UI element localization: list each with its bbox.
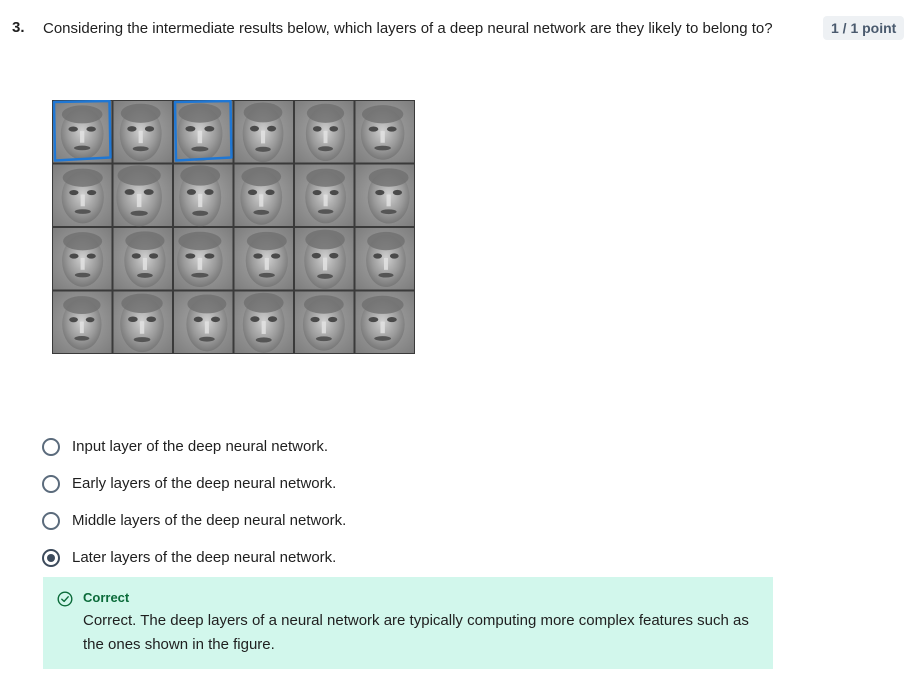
face-tile	[113, 164, 172, 227]
face-tile	[234, 291, 293, 353]
face-tile	[53, 164, 112, 226]
face-tile	[53, 291, 112, 353]
radio-button[interactable]	[42, 437, 60, 456]
face-tile	[113, 228, 172, 290]
face-tile	[234, 164, 293, 226]
face-tile	[295, 164, 354, 226]
question-text: Considering the intermediate results bel…	[43, 20, 773, 37]
face-tile	[295, 101, 354, 163]
option-early-layers[interactable]: Early layers of the deep neural network.	[42, 465, 762, 502]
face-tile	[295, 228, 354, 290]
face-features-grid	[52, 100, 415, 354]
option-label: Early layers of the deep neural network.	[72, 475, 337, 492]
radio-button[interactable]	[42, 474, 60, 493]
feedback-text: Correct. The deep layers of a neural net…	[83, 612, 749, 653]
radio-button-selected[interactable]	[42, 548, 60, 567]
quiz-question: 3. Considering the intermediate results …	[0, 0, 914, 700]
check-circle-icon	[57, 591, 73, 607]
feedback-box: Correct Correct. The deep layers of a ne…	[43, 577, 773, 669]
face-tile	[295, 291, 354, 353]
answer-options: Input layer of the deep neural network. …	[42, 428, 762, 576]
face-tile	[234, 101, 293, 163]
face-tile	[113, 291, 172, 353]
face-tile	[355, 164, 414, 226]
face-tile	[113, 101, 172, 163]
option-middle-layers[interactable]: Middle layers of the deep neural network…	[42, 502, 762, 539]
face-tile	[355, 228, 414, 290]
radio-button[interactable]	[42, 511, 60, 530]
face-tile	[174, 291, 233, 353]
face-tile	[53, 101, 112, 163]
face-tile	[174, 228, 233, 290]
face-tile	[234, 228, 293, 290]
option-label: Input layer of the deep neural network.	[72, 438, 328, 455]
option-input-layer[interactable]: Input layer of the deep neural network.	[42, 428, 762, 465]
face-tile	[174, 164, 233, 227]
question-number: 3.	[12, 19, 25, 36]
option-later-layers[interactable]: Later layers of the deep neural network.	[42, 539, 762, 576]
face-tile	[355, 291, 414, 353]
face-tile	[174, 101, 233, 163]
option-label: Later layers of the deep neural network.	[72, 549, 337, 566]
option-label: Middle layers of the deep neural network…	[72, 512, 347, 529]
points-badge: 1 / 1 point	[823, 16, 905, 40]
face-tile	[355, 101, 414, 163]
face-tile	[53, 228, 112, 290]
feedback-status: Correct	[83, 590, 130, 605]
face-features-figure	[52, 100, 415, 354]
